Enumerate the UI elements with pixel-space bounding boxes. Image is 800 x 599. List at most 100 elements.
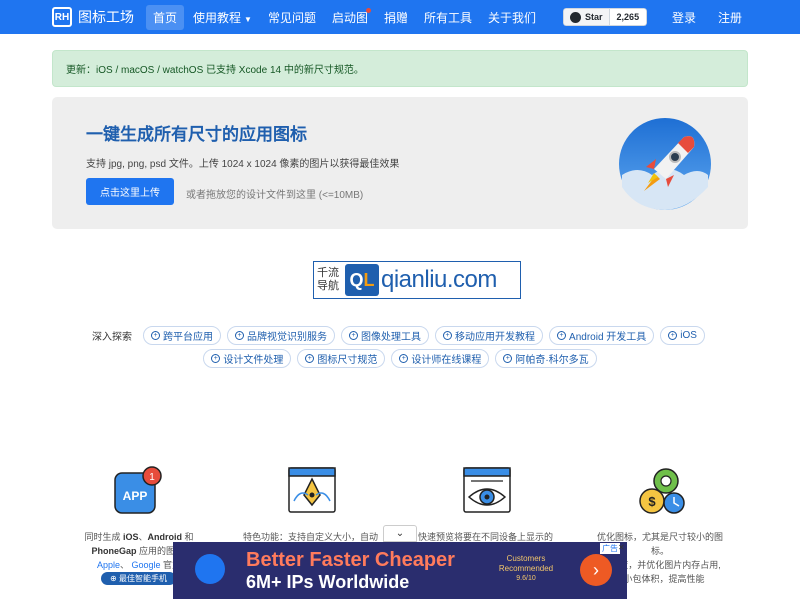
brand-link[interactable]: RH 图标工场 xyxy=(52,7,134,27)
optimize-coin-icon: $ xyxy=(639,468,685,514)
ad-cn-line1: 千流 xyxy=(317,267,339,279)
ad-domain: qianliu.com xyxy=(381,266,497,293)
explore-tag-label: Android 开发工具 xyxy=(569,332,647,343)
laurel-badge: Customers Recommended 9.6/10 xyxy=(491,550,561,590)
nav-item-faq[interactable]: 常见问题 xyxy=(261,5,323,30)
nav-item-about[interactable]: 关于我们 xyxy=(481,5,543,30)
explore-tag-label: iOS xyxy=(680,330,697,341)
chevron-down-icon: ▼ xyxy=(244,14,252,24)
best-phone-badge-label: 最佳智能手机 xyxy=(118,574,167,583)
register-link[interactable]: 注册 xyxy=(718,9,742,26)
proxy-brand-icon xyxy=(195,554,225,584)
explore-tag[interactable]: + 图标尺寸规范 xyxy=(297,349,386,368)
ad-label: 广告 xyxy=(600,543,620,554)
ad-close-icon[interactable]: ✕ xyxy=(618,543,625,552)
apple-link[interactable]: Apple xyxy=(97,560,120,570)
upload-hero: 一键生成所有尺寸的应用图标 支持 jpg, png, psd 文件。上传 102… xyxy=(52,97,748,229)
explore-tags-row-2: + 设计文件处理 + 图标尺寸规范 + 设计师在线课程 + 阿帕奇·科尔多瓦 xyxy=(0,349,800,368)
ad-arrow-button[interactable]: › xyxy=(580,554,612,586)
ad-headline: Better Faster Cheaper xyxy=(246,549,455,571)
hero-title: 一键生成所有尺寸的应用图标 xyxy=(86,125,307,144)
app-badge-count: 1 xyxy=(149,472,155,483)
new-dot-icon xyxy=(365,7,371,13)
feat1-android: Android xyxy=(147,532,183,542)
badge-line1: Customers xyxy=(506,554,546,563)
bottom-proxy-ad[interactable]: Better Faster Cheaper 6M+ IPs Worldwide … xyxy=(173,542,627,599)
feat1-ios: iOS xyxy=(122,532,139,542)
auth-links: 登录 注册 xyxy=(650,0,742,34)
github-star-count[interactable]: 2,265 xyxy=(609,8,648,26)
plus-circle-icon: + xyxy=(399,354,409,363)
feat1-phonegap: PhoneGap xyxy=(91,546,137,556)
drop-zone-hint: 或者拖放您的设计文件到这里 (<=10MB) xyxy=(186,190,364,201)
explore-tag[interactable]: + iOS xyxy=(660,326,705,345)
update-alert-text: 更新：iOS / macOS / watchOS 已支持 Xcode 14 中的… xyxy=(66,65,364,76)
explore-tag-label: 品牌视觉识别服务 xyxy=(247,332,328,343)
upload-button[interactable]: 点击这里上传 xyxy=(86,178,174,205)
brand-logo-icon: RH xyxy=(52,7,72,27)
best-phone-badge[interactable]: ⊕ 最佳智能手机 xyxy=(101,572,176,585)
nav-item-launch-image[interactable]: 启动图 xyxy=(325,5,375,30)
qianliu-ad-banner[interactable]: 千流 导航 QL qianliu.com xyxy=(313,261,521,299)
nav-item-home[interactable]: 首页 xyxy=(146,4,185,30)
explore-tag-label: 设计师在线课程 xyxy=(411,355,482,366)
ad-subline: 6M+ IPs Worldwide xyxy=(246,572,410,592)
explore-tag-label: 图像处理工具 xyxy=(361,332,422,343)
google-link[interactable]: Google xyxy=(132,560,161,570)
pen-tool-icon xyxy=(288,467,336,513)
plus-circle-icon: + xyxy=(503,354,513,363)
explore-tag[interactable]: + 品牌视觉识别服务 xyxy=(227,326,336,345)
plus-circle-icon: + xyxy=(305,354,315,363)
explore-tag[interactable]: + 移动应用开发教程 xyxy=(435,326,544,345)
rocket-icon xyxy=(619,118,711,210)
plus-circle-icon: + xyxy=(349,331,359,340)
feat1-sep: 、 xyxy=(138,532,148,542)
app-icon-text: APP xyxy=(123,489,148,503)
nav-item-tutorials-label: 使用教程 xyxy=(193,10,242,25)
feat1-and: 和 xyxy=(182,532,194,542)
ql-l: L xyxy=(363,269,375,290)
badge-rating: 9.6/10 xyxy=(516,575,536,582)
plus-circle-icon: + xyxy=(668,331,678,340)
main-nav: 首页 使用教程 ▼ 常见问题 启动图 捐赠 所有工具 关于我们 xyxy=(146,4,545,30)
nav-item-all-tools[interactable]: 所有工具 xyxy=(417,5,479,30)
ql-logo-icon: QL xyxy=(345,264,379,296)
brand-name: 图标工场 xyxy=(78,9,134,25)
ad-cn-line2: 导航 xyxy=(317,280,339,292)
feat1-sep2: 、 xyxy=(119,560,132,570)
nav-item-launch-image-label: 启动图 xyxy=(331,10,368,25)
nav-item-donate[interactable]: 捐赠 xyxy=(377,5,415,30)
explore-tag-label: 移动应用开发教程 xyxy=(455,332,536,343)
explore-tag[interactable]: + 设计师在线课程 xyxy=(391,349,490,368)
github-icon xyxy=(570,11,582,23)
svg-text:$: $ xyxy=(648,494,656,509)
nav-item-tutorials[interactable]: 使用教程 ▼ xyxy=(186,5,259,30)
explore-tag[interactable]: + 图像处理工具 xyxy=(341,326,430,345)
login-link[interactable]: 登录 xyxy=(672,9,696,26)
explore-tag-label: 阿帕奇·科尔多瓦 xyxy=(515,355,589,366)
ad-collapse-toggle[interactable]: ⌄ xyxy=(383,525,417,542)
explore-tag[interactable]: + 设计文件处理 xyxy=(203,349,292,368)
app-icon: APP 1 xyxy=(114,466,162,514)
github-star-button[interactable]: Star xyxy=(563,8,610,26)
preview-eye-icon xyxy=(463,467,511,513)
ad-cn-text: 千流 导航 xyxy=(317,267,345,293)
plus-circle-icon: + xyxy=(235,331,245,340)
plus-circle-icon: + xyxy=(443,331,453,340)
explore-tags-row-1: 深入探索 + 跨平台应用 + 品牌视觉识别服务 + 图像处理工具 + 移动应用开发教程 … xyxy=(0,326,800,345)
explore-tag[interactable]: + 跨平台应用 xyxy=(143,326,222,345)
feat1-pre: 同时生成 xyxy=(84,532,123,542)
github-star-label: Star xyxy=(585,12,603,22)
explore-tag[interactable]: + 阿帕奇·科尔多瓦 xyxy=(495,349,597,368)
update-alert: 更新：iOS / macOS / watchOS 已支持 Xcode 14 中的… xyxy=(52,50,748,87)
hero-description: 支持 jpg, png, psd 文件。上传 1024 x 1024 像素的图片… xyxy=(86,159,400,170)
explore-tag[interactable]: + Android 开发工具 xyxy=(549,326,655,345)
explore-tag-label: 图标尺寸规范 xyxy=(317,355,378,366)
plus-circle-icon: + xyxy=(211,354,221,363)
plus-circle-icon: + xyxy=(557,331,567,340)
plus-circle-icon: + xyxy=(151,331,161,340)
plus-circle-icon: ⊕ xyxy=(110,574,119,583)
explore-tag-label: 跨平台应用 xyxy=(163,332,214,343)
explore-label: 深入探索 xyxy=(92,332,133,343)
github-star-widget[interactable]: Star 2,265 xyxy=(563,8,648,26)
